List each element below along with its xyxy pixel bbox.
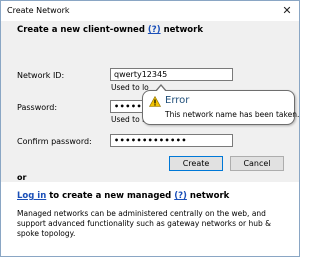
heading-suffix: network: [163, 25, 203, 35]
confirm-password-label: Confirm password:: [17, 137, 92, 146]
managed-line-middle: to create a new managed: [49, 191, 172, 201]
close-icon[interactable]: ✕: [279, 3, 295, 19]
or-label: or: [17, 173, 27, 182]
managed-description: Managed networks can be administered cen…: [17, 209, 271, 238]
login-link[interactable]: Log in: [17, 191, 46, 201]
warning-icon: [149, 96, 161, 107]
error-tooltip: Error This network name has been taken.: [142, 84, 299, 125]
heading-prefix: Create a new client-owned: [17, 25, 145, 35]
section-heading: Create a new client-owned (?) network: [17, 25, 203, 35]
window-title: Create Network: [7, 6, 70, 15]
create-network-dialog: Create Network ✕ Create a new client-own…: [0, 0, 300, 257]
create-button[interactable]: Create: [169, 156, 223, 171]
tooltip-message: This network name has been taken.: [165, 110, 300, 119]
network-id-field[interactable]: qwerty12345: [110, 68, 233, 81]
tooltip-title: Error: [165, 95, 190, 106]
password-label: Password:: [17, 103, 58, 112]
help-link[interactable]: (?): [148, 25, 161, 35]
managed-line-suffix: network: [189, 191, 230, 201]
managed-help-link[interactable]: (?): [174, 191, 187, 201]
confirm-password-field[interactable]: •••••••••••••: [110, 134, 233, 147]
network-id-label: Network ID:: [17, 71, 65, 80]
cancel-button[interactable]: Cancel: [230, 156, 284, 171]
title-bar: Create Network ✕: [1, 1, 299, 21]
tooltip-pointer-fill: [156, 86, 166, 92]
managed-network-line: Log in to create a new managed (?) netwo…: [17, 191, 229, 201]
network-id-hint: Used to lo: [111, 83, 149, 92]
